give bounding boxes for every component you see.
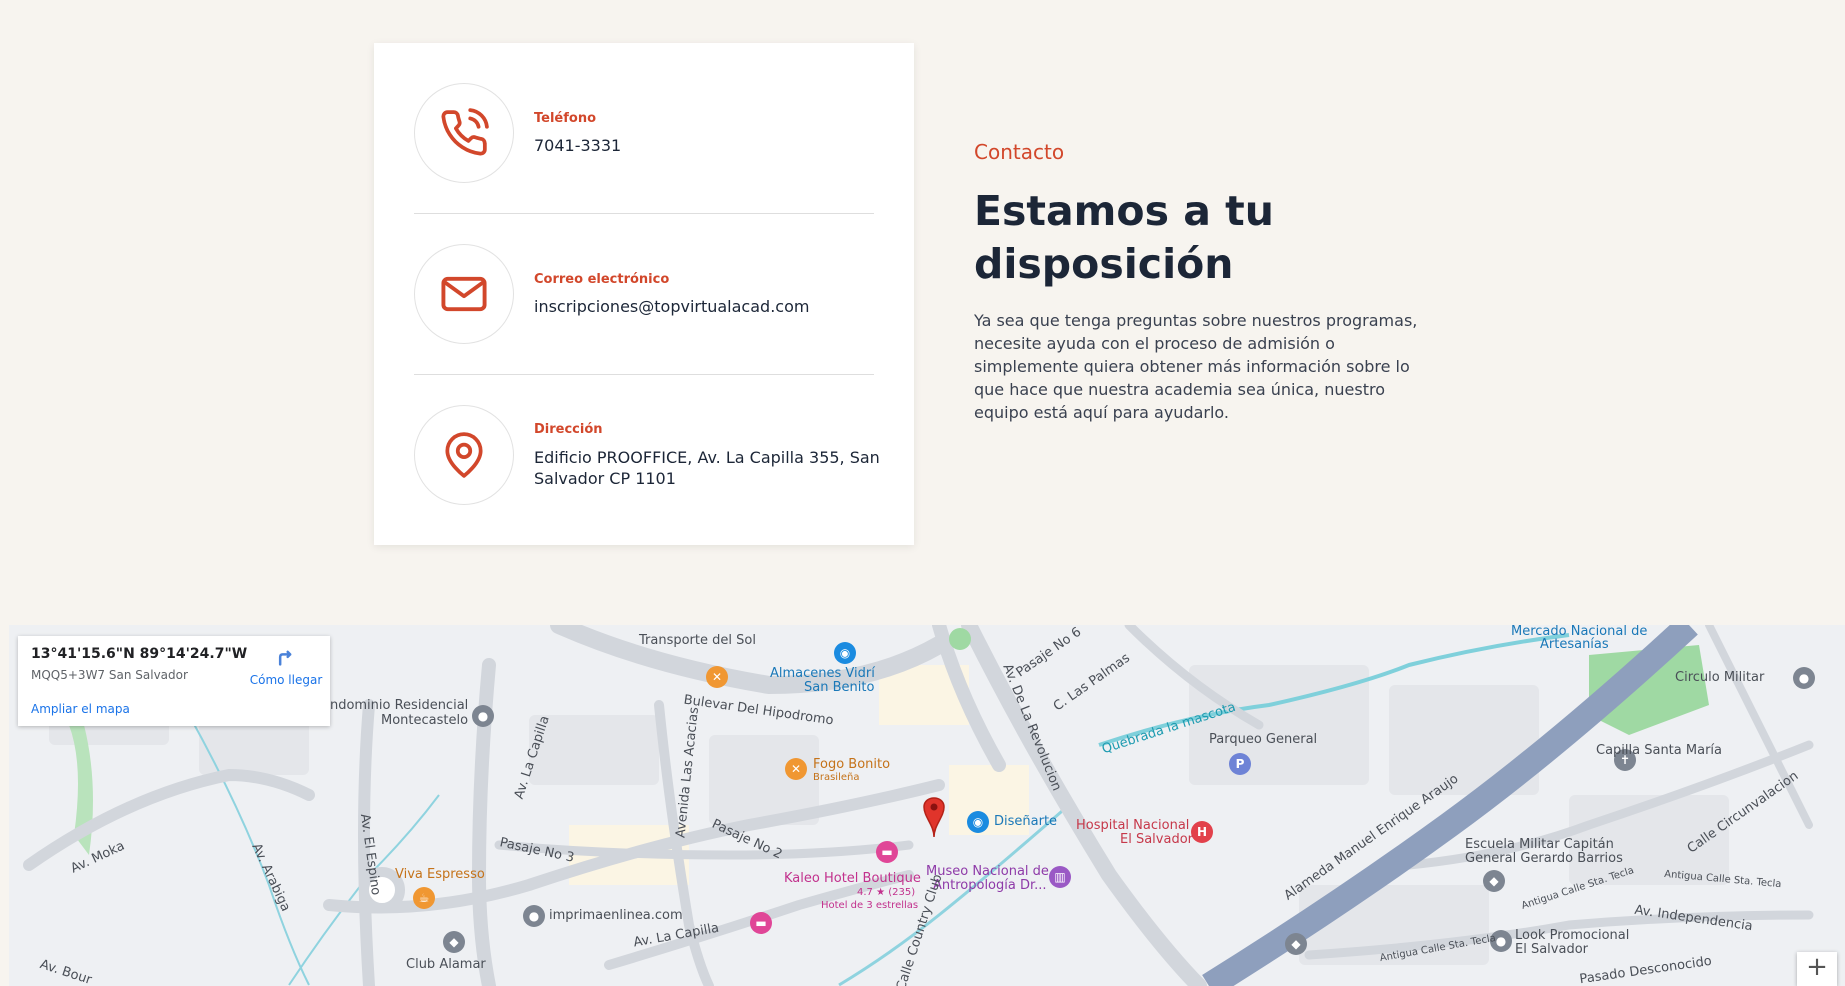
address-row: Dirección Edificio PROOFFICE, Av. La Cap… — [414, 405, 880, 505]
map-label: Fogo Bonito — [813, 757, 891, 772]
restaurant-pin-icon[interactable]: ✕ — [706, 666, 728, 688]
map-label: Hotel de 3 estrellas — [821, 900, 919, 911]
map-label: Transporte del Sol — [639, 633, 756, 648]
divider — [414, 374, 874, 375]
map-label: Montecastelo — [381, 713, 469, 728]
address-icon-circle — [414, 405, 514, 505]
section-heading: Estamos a tu disposición — [974, 187, 1274, 288]
phone-row: Teléfono 7041-3331 — [414, 83, 874, 183]
map-label: Antropología Dr... — [933, 878, 1047, 893]
map-label: Diseñarte — [994, 814, 1058, 829]
email-row: Correo electrónico inscripciones@topvirt… — [414, 244, 874, 344]
map-label: Kaleo Hotel Boutique — [784, 871, 921, 886]
map-label: El Salvador — [1515, 942, 1588, 957]
map-label: Club Alamar — [406, 957, 486, 972]
shopping-pin-icon[interactable]: ◉ — [967, 811, 989, 833]
section-description: Ya sea que tenga preguntas sobre nuestro… — [974, 311, 1418, 422]
map-label: Brasileña — [813, 772, 860, 783]
divider — [414, 213, 874, 214]
phone-icon-circle — [414, 83, 514, 183]
map-label: Artesanías — [1540, 637, 1609, 652]
address-value: Edificio PROOFFICE, Av. La Capilla 355, … — [534, 448, 880, 488]
zoom-in-button[interactable]: + — [1797, 952, 1837, 986]
school-pin-icon[interactable]: ◆ — [1483, 870, 1505, 892]
map-label: Circulo Militar — [1675, 670, 1765, 685]
map-plus-code: MQQ5+3W7 San Salvador — [31, 668, 188, 682]
map-label: Viva Espresso — [395, 867, 485, 882]
contact-card: Teléfono 7041-3331 Correo electrónico in… — [374, 43, 914, 545]
email-icon-circle — [414, 244, 514, 344]
mail-icon — [441, 276, 487, 312]
directions-icon — [278, 650, 292, 666]
place-pin-icon[interactable]: ● — [1793, 667, 1815, 689]
enlarge-map-link[interactable]: Ampliar el mapa — [31, 702, 130, 716]
place-pin-icon[interactable]: ● — [472, 705, 494, 727]
map-label: El Salvador — [1120, 832, 1193, 847]
email-value[interactable]: inscripciones@topvirtualacad.com — [534, 296, 894, 317]
phone-label: Teléfono — [534, 111, 597, 126]
section-eyebrow: Contacto — [974, 140, 1065, 164]
map-label: Parqueo General — [1209, 732, 1318, 747]
phone-icon — [441, 108, 489, 156]
cafe-pin-icon[interactable]: ☕ — [413, 887, 435, 909]
map-label: Look Promocional — [1515, 928, 1630, 943]
map-label: ondominio Residencial — [322, 698, 469, 713]
place-pin-icon[interactable]: ● — [523, 905, 545, 927]
directions-button[interactable]: Cómo llegar — [246, 646, 326, 687]
directions-label: Cómo llegar — [249, 673, 323, 687]
map-label: Almacenes Vidrí — [770, 666, 875, 681]
map-label: Capilla Santa María — [1596, 743, 1722, 758]
location-pin-icon — [445, 432, 483, 478]
hotel-pin-icon[interactable]: ▬ — [876, 841, 898, 863]
place-pin-icon[interactable]: ◆ — [443, 931, 465, 953]
school-pin-icon[interactable]: ◆ — [1285, 933, 1307, 955]
shopping-pin-icon[interactable]: ◉ — [834, 642, 856, 664]
email-label: Correo electrónico — [534, 272, 670, 287]
map-label: San Benito — [804, 680, 875, 695]
map-info-box: 13°41'15.6"N 89°14'24.7"W MQQ5+3W7 San S… — [18, 636, 330, 726]
map-label: Hospital Nacional — [1076, 818, 1190, 833]
map-label: Escuela Militar Capitán — [1465, 837, 1614, 852]
hotel-pin-icon[interactable]: ▬ — [750, 912, 772, 934]
address-label: Dirección — [534, 422, 603, 437]
phone-value[interactable]: 7041-3331 — [534, 135, 894, 156]
parking-pin-icon[interactable]: P — [1229, 753, 1251, 775]
map-label: imprimaenlinea.com — [549, 908, 683, 923]
museum-pin-icon[interactable]: ▥ — [1049, 866, 1071, 888]
map-label: 4.7 ★ (235) — [857, 887, 916, 898]
hospital-pin-icon[interactable]: H — [1191, 821, 1213, 843]
map-label: General Gerardo Barrios — [1465, 851, 1623, 866]
map-coordinates: 13°41'15.6"N 89°14'24.7"W — [31, 646, 248, 662]
restaurant-pin-icon[interactable]: ✕ — [785, 758, 807, 780]
